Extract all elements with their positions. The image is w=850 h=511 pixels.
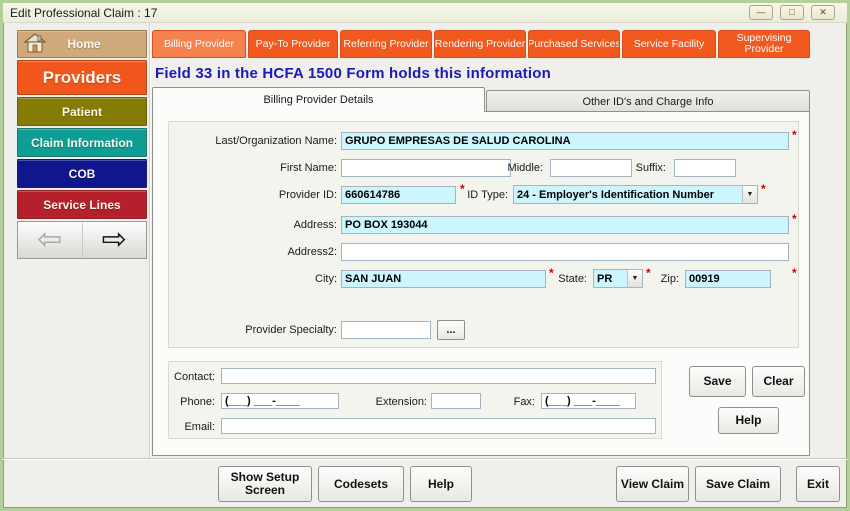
state-label: State: (558, 273, 587, 285)
bottom-separator (3, 458, 847, 459)
fax-label: Fax: (513, 396, 535, 408)
sidebar-divider (149, 23, 151, 459)
provider-id-field[interactable] (341, 186, 456, 204)
sidebar-item-patient[interactable]: Patient (17, 97, 147, 126)
chevron-down-icon: ▼ (742, 186, 757, 203)
chevron-down-icon: ▼ (627, 270, 642, 287)
required-marker: * (761, 182, 766, 196)
clear-button[interactable]: Clear (752, 366, 805, 397)
title-bar: Edit Professional Claim : 17 — □ ✕ (3, 3, 847, 23)
email-label: Email: (184, 421, 215, 433)
required-marker: * (792, 266, 797, 280)
sidebar-nav: ⇦ ⇨ (17, 221, 147, 259)
state-value: PR (597, 272, 613, 285)
provider-specialty-browse-button[interactable]: ... (437, 320, 465, 340)
close-icon[interactable]: ✕ (811, 5, 835, 20)
save-claim-button[interactable]: Save Claim (695, 466, 781, 502)
view-claim-button[interactable]: View Claim (616, 466, 689, 502)
address-label: Address: (293, 219, 337, 231)
codesets-button[interactable]: Codesets (318, 466, 404, 502)
help-button-side[interactable]: Help (718, 407, 779, 434)
extension-label: Extension: (375, 396, 427, 408)
middle-label: Middle: (507, 162, 543, 174)
last-org-name-field[interactable] (341, 132, 789, 150)
required-marker: * (792, 212, 797, 226)
provider-fields-group (168, 121, 799, 348)
address2-field[interactable] (341, 243, 789, 261)
suffix-field[interactable] (674, 159, 736, 177)
extension-field[interactable] (431, 393, 481, 409)
address2-label: Address2: (287, 246, 337, 258)
sidebar-item-service-lines[interactable]: Service Lines (17, 190, 147, 219)
sidebar-item-label: Providers (42, 67, 122, 87)
provider-id-label: Provider ID: (278, 189, 337, 201)
sidebar-item-label: Service Lines (43, 197, 121, 212)
suffix-label: Suffix: (635, 162, 666, 174)
phone-field[interactable] (221, 393, 339, 409)
tab-service-facility[interactable]: Service Facility (622, 30, 716, 58)
required-marker: * (792, 128, 797, 142)
window-controls: — □ ✕ (749, 5, 835, 20)
help-button-bottom[interactable]: Help (410, 466, 472, 502)
provider-specialty-field[interactable] (341, 321, 431, 339)
back-arrow-icon[interactable]: ⇦ (18, 223, 83, 257)
home-icon (23, 32, 47, 56)
city-field[interactable] (341, 270, 546, 288)
sidebar-item-label: Home (67, 37, 101, 51)
save-button[interactable]: Save (689, 366, 746, 397)
contact-field[interactable] (221, 368, 656, 384)
id-type-label: ID Type: (467, 189, 508, 201)
window-title: Edit Professional Claim : 17 (10, 6, 158, 20)
forward-arrow-icon[interactable]: ⇨ (83, 223, 147, 257)
zip-field[interactable] (685, 270, 771, 288)
tab-rendering-provider[interactable]: Rendering Provider (434, 30, 526, 58)
sidebar-item-cob[interactable]: COB (17, 159, 147, 188)
tab-purchased-services[interactable]: Purchased Services (528, 30, 620, 58)
email-field[interactable] (221, 418, 656, 434)
minimize-icon[interactable]: — (749, 5, 773, 20)
sidebar-item-label: Patient (61, 104, 102, 119)
tab-billing-provider-details[interactable]: Billing Provider Details (152, 87, 485, 112)
contact-label: Contact: (174, 371, 215, 383)
phone-label: Phone: (180, 396, 215, 408)
fax-field[interactable] (541, 393, 636, 409)
edit-professional-claim-window: Edit Professional Claim : 17 — □ ✕ Home … (0, 0, 850, 511)
maximize-icon[interactable]: □ (780, 5, 804, 20)
show-setup-screen-button[interactable]: Show Setup Screen (218, 466, 312, 502)
sidebar-item-home[interactable]: Home (17, 30, 147, 58)
first-name-label: First Name: (280, 162, 337, 174)
last-org-name-label: Last/Organization Name: (215, 135, 337, 147)
tab-supervising-provider[interactable]: Supervising Provider (718, 30, 810, 58)
zip-label: Zip: (660, 273, 679, 285)
id-type-select[interactable]: 24 - Employer's Identification Number ▼ (513, 185, 758, 204)
billing-provider-details-panel: Last/Organization Name: * First Name: Mi… (152, 111, 810, 456)
tab-billing-provider[interactable]: Billing Provider (152, 30, 246, 58)
sidebar-item-label: COB (68, 166, 96, 181)
tab-pay-to-provider[interactable]: Pay-To Provider (248, 30, 338, 58)
exit-button[interactable]: Exit (796, 466, 840, 502)
provider-specialty-label: Provider Specialty: (245, 324, 337, 336)
city-label: City: (315, 273, 337, 285)
state-select[interactable]: PR ▼ (593, 269, 643, 288)
sidebar-item-claim-information[interactable]: Claim Information (17, 128, 147, 157)
hcfa-note: Field 33 in the HCFA 1500 Form holds thi… (155, 65, 551, 82)
provider-tab-strip: Billing Provider Pay-To Provider Referri… (152, 30, 810, 58)
id-type-value: 24 - Employer's Identification Number (517, 188, 714, 201)
address-field[interactable] (341, 216, 789, 234)
tab-other-ids-charge-info[interactable]: Other ID's and Charge Info (486, 90, 810, 112)
tab-referring-provider[interactable]: Referring Provider (340, 30, 432, 58)
sidebar-item-label: Claim Information (30, 135, 133, 150)
sidebar-item-providers[interactable]: Providers (17, 60, 147, 95)
